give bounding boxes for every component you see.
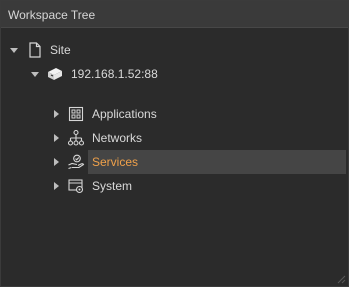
panel-title: Workspace Tree [1,1,348,28]
tree-node-label: Applications [92,107,157,121]
tree-node-system[interactable]: System [1,174,348,198]
expand-arrow-down-icon[interactable] [9,45,19,55]
expand-arrow-right-icon[interactable] [51,109,61,119]
expand-arrow-right-icon[interactable] [51,157,61,167]
tree-node-applications[interactable]: Applications [1,102,348,126]
services-icon [68,154,85,170]
tree-node-networks[interactable]: Networks [1,126,348,150]
workspace-tree-panel: Workspace Tree Site 192.168.1.52:88 Appl… [0,0,349,287]
tree-node-site[interactable]: Site [1,38,348,62]
expand-arrow-right-icon[interactable] [51,133,61,143]
tree-node-label: 192.168.1.52:88 [71,67,158,81]
system-icon [68,179,84,194]
document-icon [29,42,41,58]
tree-node-label: Networks [92,131,143,145]
expand-arrow-right-icon[interactable] [51,181,61,191]
tree-node-label: Site [50,43,71,57]
tree-node-services[interactable]: Services [1,150,348,174]
tree-node-label: Services [92,155,139,169]
tree-node-device[interactable]: 192.168.1.52:88 [1,62,348,86]
applications-icon [68,106,84,122]
expand-arrow-down-icon[interactable] [30,69,40,79]
device-icon [48,68,62,80]
networks-icon [67,129,85,146]
tree-node-label: System [92,179,133,193]
resize-grip-icon[interactable] [336,274,346,284]
